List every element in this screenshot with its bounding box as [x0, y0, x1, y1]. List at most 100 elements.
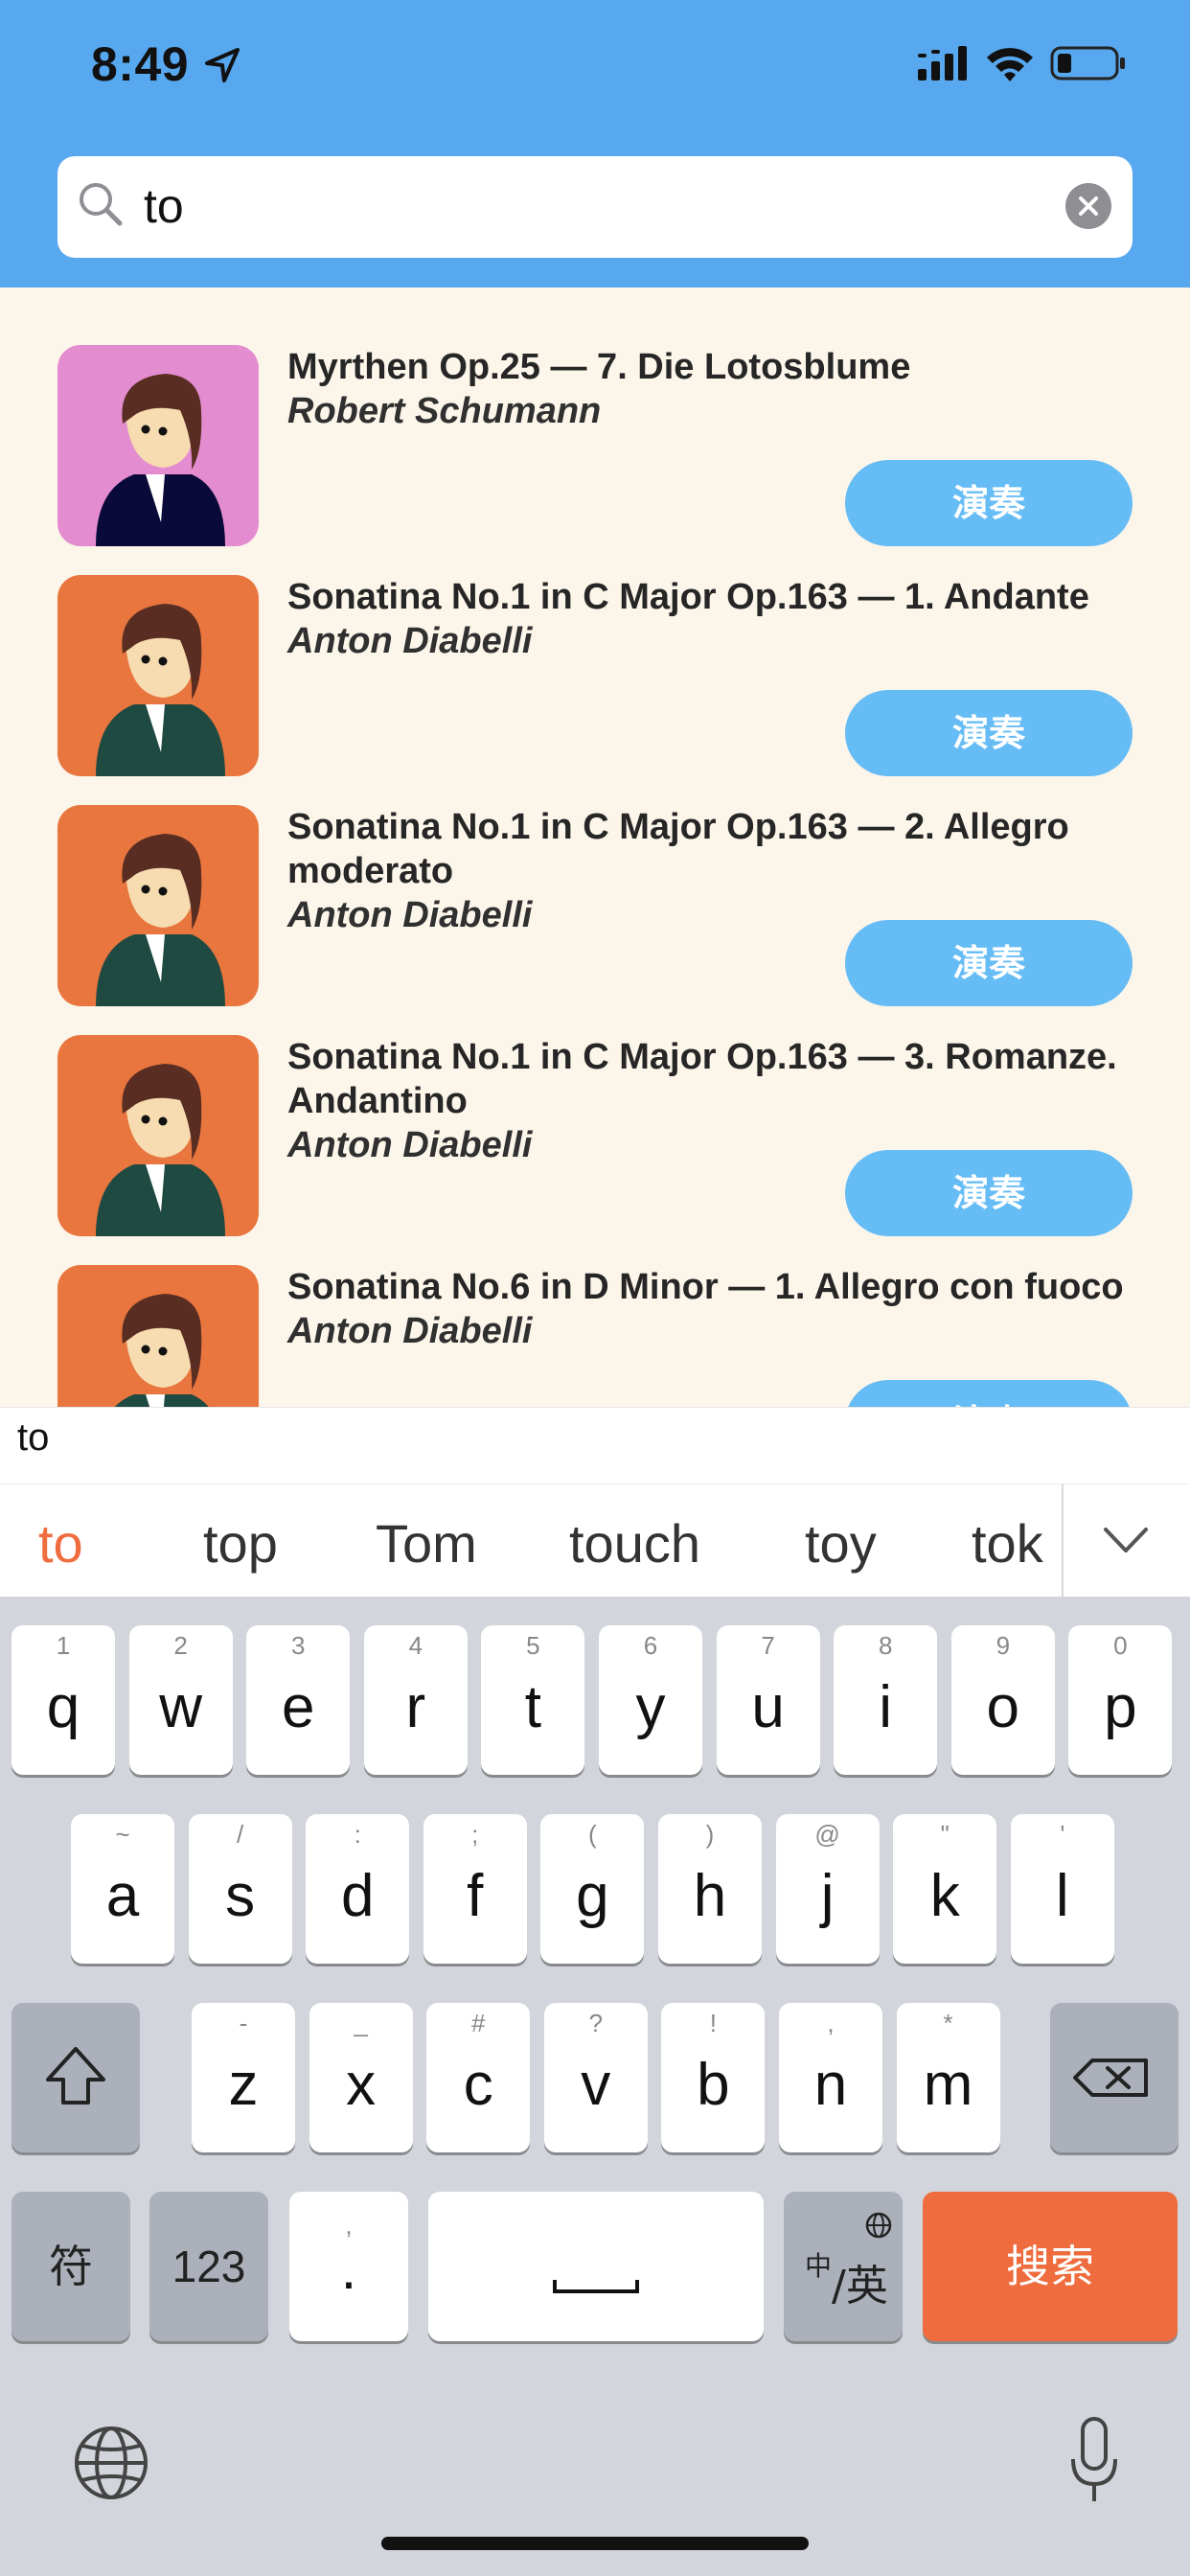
search-input[interactable]: to: [144, 178, 184, 234]
divider: [1062, 1484, 1064, 1597]
suggestion-item[interactable]: toy: [805, 1512, 877, 1575]
key-hint: *: [943, 2009, 953, 2037]
key-f[interactable]: ; f: [423, 1814, 527, 1964]
ime-composition-text: to: [17, 1416, 50, 1459]
key-w[interactable]: 2w: [128, 1625, 233, 1775]
key-char: a: [105, 1863, 140, 1929]
key-y[interactable]: 6y: [599, 1625, 702, 1775]
key-char: o: [986, 1674, 1020, 1740]
key-char: k: [929, 1863, 960, 1929]
list-item[interactable]: Sonatina No.6 in D Minor — 1. Allegro co…: [0, 1208, 1190, 1407]
key-hint: ': [1060, 1820, 1065, 1849]
key-hint: (: [588, 1820, 597, 1849]
numbers-key[interactable]: 123: [149, 2192, 268, 2341]
location-arrow-icon: [205, 48, 240, 82]
key-v[interactable]: ? v: [543, 2003, 648, 2152]
key-e[interactable]: 3e: [246, 1625, 351, 1775]
globe-icon[interactable]: [73, 2425, 149, 2501]
suggestion-item[interactable]: Tom: [376, 1512, 477, 1575]
piece-title: Sonatina No.1 in C Major Op.163 — 3. Rom…: [287, 1035, 1131, 1167]
key-s[interactable]: / s: [188, 1814, 292, 1964]
key-m[interactable]: * m: [896, 2003, 1000, 2152]
key-hint: :: [354, 1820, 361, 1849]
key-l[interactable]: ' l: [1010, 1814, 1114, 1964]
key-hint: ?: [588, 2009, 604, 2037]
key-x[interactable]: _ x: [309, 2003, 413, 2152]
key-q[interactable]: 1q: [11, 1625, 115, 1775]
composer-portrait-icon: [96, 834, 225, 1006]
key-n[interactable]: ,n: [779, 2003, 882, 2152]
key-d[interactable]: :d: [306, 1814, 410, 1964]
key-o[interactable]: 9o: [950, 1625, 1055, 1775]
key-h[interactable]: ) h: [658, 1814, 762, 1964]
key-char: b: [697, 2052, 730, 2118]
piece-title: Sonatina No.1 in C Major Op.163 — 2. All…: [287, 805, 1131, 937]
suggestion-item[interactable]: tok: [972, 1512, 1062, 1575]
clear-search-button[interactable]: [1065, 183, 1111, 229]
key-char: g: [576, 1863, 609, 1929]
key-i[interactable]: 8i: [834, 1625, 938, 1775]
key-char: f: [467, 1863, 484, 1929]
key-char: w: [159, 1674, 202, 1740]
key-char: e: [281, 1674, 315, 1740]
key-char: j: [820, 1863, 835, 1929]
key-hint: #: [470, 2009, 486, 2037]
key-char: q: [46, 1674, 80, 1740]
key-char: p: [1104, 1674, 1137, 1740]
key-char: m: [923, 2052, 973, 2118]
microphone-icon[interactable]: [1067, 2415, 1121, 2507]
key-char: v: [581, 2052, 611, 2118]
space-key[interactable]: [428, 2192, 764, 2341]
key-hint: ~: [115, 1820, 130, 1849]
key-p[interactable]: 0p: [1068, 1625, 1173, 1775]
key-a[interactable]: ~ a: [71, 1814, 174, 1964]
key-hint: ;: [471, 1820, 479, 1849]
key-g[interactable]: (g: [540, 1814, 645, 1964]
play-button[interactable]: 演奏: [845, 1380, 1133, 1407]
composer-name: Anton Diabelli: [287, 621, 533, 661]
key-c[interactable]: # c: [426, 2003, 531, 2152]
suggestion-item[interactable]: top: [203, 1512, 278, 1575]
key-j[interactable]: @ j: [775, 1814, 880, 1964]
punctuation-key[interactable]: , .: [289, 2192, 408, 2341]
composer-portrait-icon: [96, 604, 225, 776]
key-b[interactable]: ! b: [661, 2003, 766, 2152]
results-list[interactable]: Myrthen Op.25 — 7. Die Lotosblume Robert…: [0, 288, 1190, 1407]
composer-avatar: [57, 1265, 259, 1407]
composer-portrait-icon: [114, 1294, 209, 1407]
language-switch-key[interactable]: 中 /英: [784, 2192, 903, 2341]
key-u[interactable]: 7u: [716, 1625, 820, 1775]
key-r[interactable]: 4r: [363, 1625, 468, 1775]
suggestion-item[interactable]: to: [38, 1512, 83, 1575]
chevron-down-icon[interactable]: [1102, 1524, 1150, 1556]
key-char: u: [751, 1674, 785, 1740]
key-hint: @: [814, 1820, 840, 1849]
list-item[interactable]: Sonatina No.1 in C Major Op.163 — 1. And…: [0, 518, 1190, 776]
search-key[interactable]: 搜索: [923, 2192, 1178, 2341]
key-hint: 7: [761, 1631, 775, 1660]
search-field[interactable]: [57, 156, 1133, 258]
shift-key[interactable]: [11, 2003, 140, 2152]
cellular-signal-icon: [918, 46, 967, 80]
piece-title: Sonatina No.6 in D Minor — 1. Allegro co…: [287, 1265, 1131, 1353]
delete-key[interactable]: [1050, 2003, 1179, 2152]
key-hint: ,: [827, 2009, 835, 2037]
piece-title: Myrthen Op.25 — 7. Die Lotosblume Robert…: [287, 345, 1131, 433]
key-hint: 3: [290, 1631, 306, 1660]
key-t[interactable]: 5t: [481, 1625, 585, 1775]
list-item[interactable]: Myrthen Op.25 — 7. Die Lotosblume Robert…: [0, 288, 1190, 546]
key-char: r: [405, 1674, 426, 1740]
key-k[interactable]: " k: [893, 1814, 997, 1964]
key-hint: ": [940, 1820, 950, 1849]
key-hint: 5: [526, 1631, 540, 1660]
composer-name: Robert Schumann: [287, 391, 602, 431]
key-hint: 4: [408, 1631, 423, 1660]
key-char: l: [1055, 1863, 1069, 1929]
list-item[interactable]: Sonatina No.1 in C Major Op.163 — 3. Rom…: [0, 978, 1190, 1236]
suggestion-item[interactable]: touch: [569, 1512, 700, 1575]
list-item[interactable]: Sonatina No.1 in C Major Op.163 — 2. All…: [0, 748, 1190, 1006]
symbols-key[interactable]: 符: [11, 2192, 130, 2341]
key-z[interactable]: -z: [192, 2003, 295, 2152]
key-char: i: [879, 1674, 893, 1740]
battery-icon: [1050, 46, 1125, 80]
